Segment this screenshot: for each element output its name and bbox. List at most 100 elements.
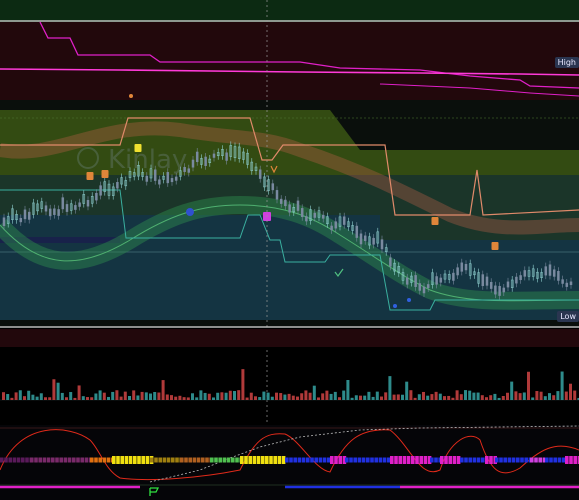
histogram-bar — [102, 457, 107, 463]
histogram-bar — [38, 457, 42, 463]
candle-body — [523, 270, 527, 277]
trading-chart-screen[interactable]: Kinlay High Low — [0, 0, 579, 500]
volume-bar — [401, 394, 404, 400]
histogram-bar — [116, 456, 120, 464]
volume-bar — [560, 371, 564, 400]
histogram-bar — [301, 457, 306, 463]
volume-bar — [342, 390, 346, 400]
histogram-bar — [334, 456, 338, 464]
high-price-label: High — [554, 57, 579, 68]
volume-bar — [455, 390, 459, 400]
volume-bar — [388, 376, 392, 400]
histogram-bar — [128, 456, 133, 464]
volume-bar — [241, 369, 245, 400]
histogram-bar — [338, 456, 342, 464]
chart-canvas[interactable]: Kinlay — [0, 0, 579, 500]
volume-bar — [321, 393, 325, 400]
candle-body — [145, 175, 149, 182]
histogram-bar — [175, 457, 179, 463]
histogram-bar — [330, 456, 334, 464]
histogram-bar — [394, 456, 398, 464]
volume-bar — [119, 396, 123, 400]
histogram-bar — [349, 457, 353, 463]
candle-body — [489, 281, 493, 289]
volume-bar — [531, 397, 535, 400]
histogram-bar — [281, 456, 286, 464]
candle-body — [494, 285, 497, 295]
histogram-bar — [423, 456, 428, 464]
volume-bar — [149, 393, 152, 400]
histogram-bar — [94, 457, 98, 463]
histogram-bar — [297, 457, 302, 463]
histogram-bar — [124, 456, 129, 464]
candle-body — [389, 257, 392, 267]
histogram-bar — [171, 457, 175, 463]
volume-bar — [573, 390, 577, 400]
histogram-bar — [481, 457, 485, 463]
histogram-bar — [485, 456, 489, 464]
histogram-bar — [8, 457, 12, 463]
histogram-bar — [293, 457, 297, 463]
histogram-bar — [145, 456, 150, 464]
candle-body — [481, 274, 485, 287]
histogram-bar — [205, 457, 209, 463]
candle-body — [548, 264, 552, 276]
volume-bar — [199, 390, 203, 400]
histogram-bar — [235, 457, 239, 463]
candle-body — [519, 275, 522, 281]
candle-body — [23, 209, 27, 220]
histogram-bar — [499, 457, 503, 463]
candle-body — [561, 279, 564, 284]
histogram-bar — [180, 457, 184, 463]
histogram-bar — [273, 456, 277, 464]
volume-bar — [497, 397, 501, 400]
histogram-bar — [218, 457, 222, 463]
volume-bar — [501, 396, 505, 400]
candle-body — [515, 276, 518, 284]
histogram-bar — [0, 457, 4, 463]
histogram-bar — [411, 456, 415, 464]
candle-body — [57, 209, 60, 216]
candle-body — [363, 235, 367, 241]
volume-bar — [228, 390, 232, 400]
volume-bar — [60, 392, 64, 400]
volume-bar — [384, 392, 388, 400]
candle-body — [456, 267, 459, 276]
volume-bar — [86, 397, 89, 400]
volume-bar — [422, 391, 425, 400]
histogram-bar — [460, 457, 464, 463]
volume-bar — [543, 396, 547, 400]
histogram-bar — [80, 457, 84, 463]
histogram-bar — [561, 457, 566, 463]
histogram-bar — [150, 457, 154, 463]
volume-bar — [81, 396, 85, 400]
volume-bar — [275, 392, 278, 400]
volume-bar — [195, 397, 199, 400]
histogram-bar — [318, 457, 323, 463]
volume-bar — [203, 392, 207, 400]
histogram-bar — [357, 457, 362, 463]
volume-bar — [153, 391, 157, 400]
candle-body — [284, 199, 287, 207]
histogram-bar — [472, 457, 477, 463]
histogram-bar — [489, 456, 493, 464]
volume-bar — [535, 391, 539, 400]
candle-body — [355, 225, 359, 238]
histogram-bar — [430, 457, 434, 463]
candle-body — [569, 281, 573, 286]
volume-bar — [443, 396, 446, 400]
candle-body — [195, 151, 199, 163]
histogram-bar — [214, 457, 218, 463]
volume-bar — [392, 394, 396, 400]
volume-bar — [191, 393, 194, 400]
histogram-bar — [84, 457, 89, 463]
candle-body — [183, 166, 186, 172]
histogram-bar — [16, 457, 21, 463]
volume-bar — [165, 394, 169, 400]
candle-body — [275, 190, 279, 200]
histogram-bar — [434, 457, 438, 463]
candle-body — [212, 153, 216, 158]
histogram-bar — [476, 457, 481, 463]
volume-bar — [249, 392, 253, 400]
candle-body — [48, 208, 52, 217]
